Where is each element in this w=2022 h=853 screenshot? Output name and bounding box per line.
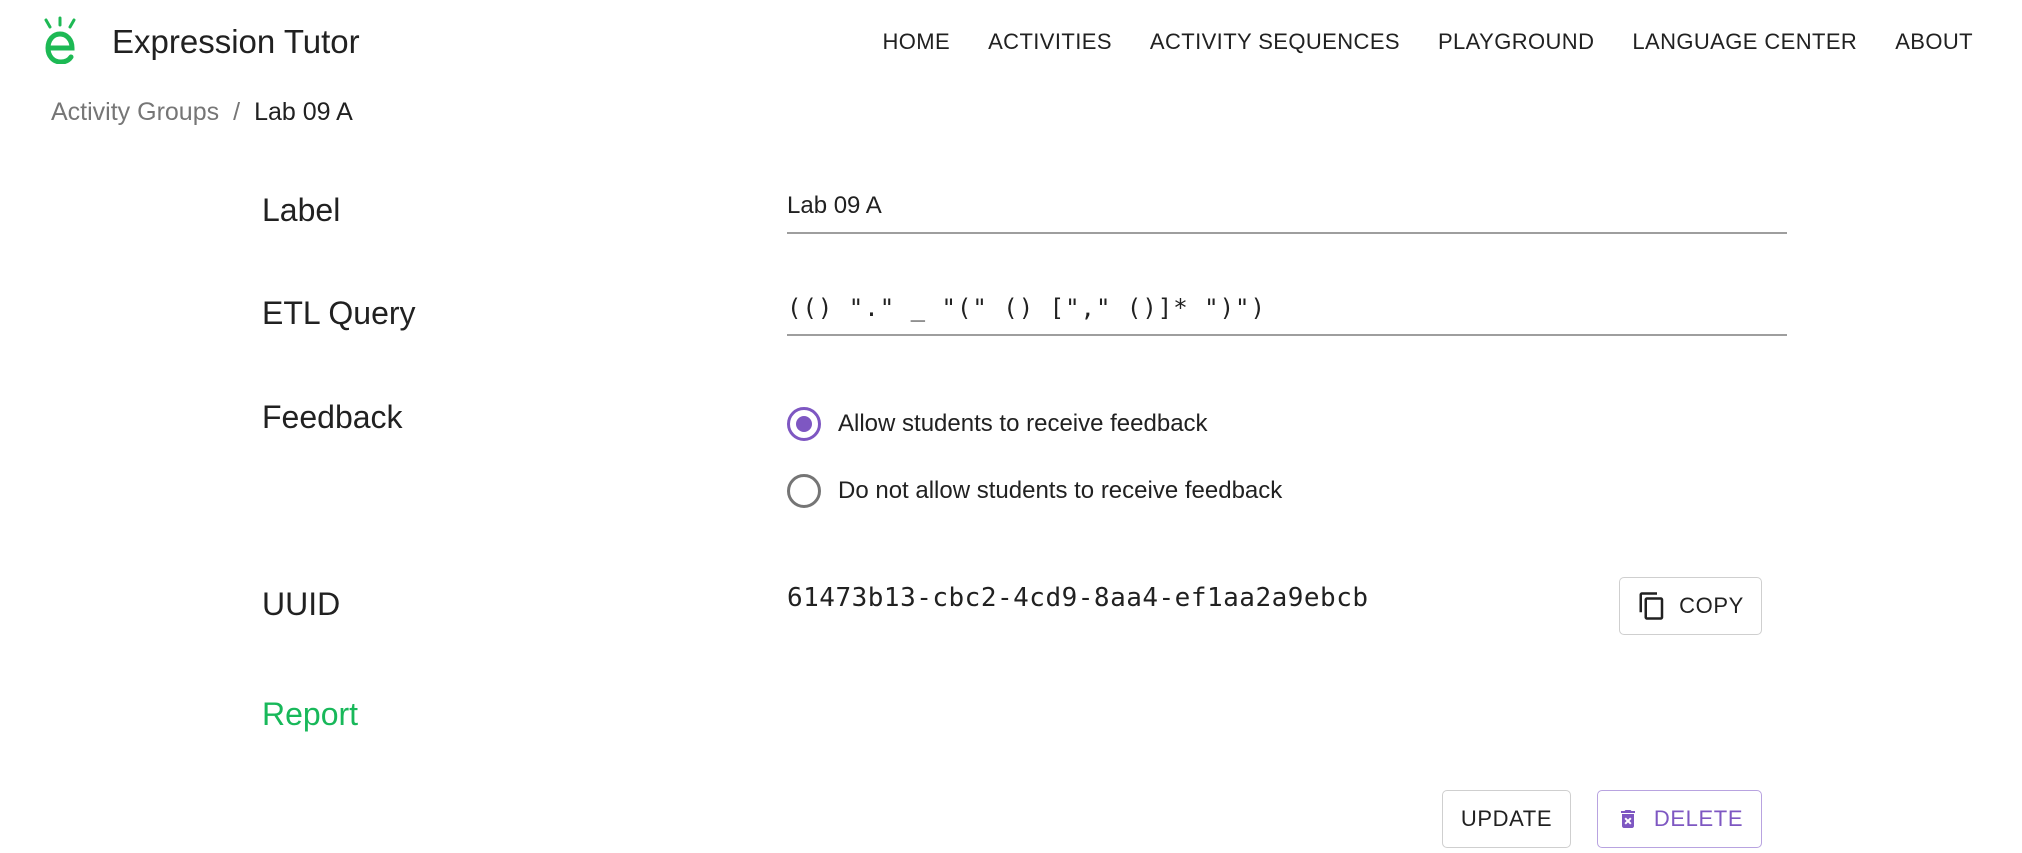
logo-icon[interactable] — [40, 16, 86, 65]
report-link[interactable]: Report — [262, 692, 358, 736]
radio-deny-feedback[interactable] — [787, 474, 821, 508]
top-nav: HOME ACTIVITIES ACTIVITY SEQUENCES PLAYG… — [863, 22, 1992, 62]
etl-query-title: ETL Query — [262, 295, 416, 331]
copy-button[interactable]: COPY — [1619, 577, 1762, 635]
label-field[interactable]: Lab 09 A — [787, 188, 1787, 234]
etl-query-input[interactable]: (() "." _ "(" () ["," ()]* ")") — [787, 290, 1787, 334]
label-field-title: Label — [262, 192, 341, 228]
nav-activity-sequences[interactable]: ACTIVITY SEQUENCES — [1131, 22, 1419, 62]
delete-button[interactable]: DELETE — [1597, 790, 1762, 848]
copy-button-label: COPY — [1679, 593, 1744, 618]
uuid-title: UUID — [262, 586, 341, 622]
delete-button-label: DELETE — [1653, 806, 1744, 831]
feedback-option-deny[interactable]: Do not allow students to receive feedbac… — [787, 474, 1282, 508]
feedback-title: Feedback — [262, 399, 403, 435]
uuid-value: 61473b13-cbc2-4cd9-8aa4-ef1aa2a9ebcb — [787, 583, 1369, 613]
nav-about[interactable]: ABOUT — [1876, 22, 1992, 62]
update-button[interactable]: UPDATE — [1442, 790, 1571, 848]
nav-home[interactable]: HOME — [863, 22, 969, 62]
delete-icon — [1620, 810, 1635, 828]
nav-activities[interactable]: ACTIVITIES — [969, 22, 1131, 62]
label-input[interactable]: Lab 09 A — [787, 188, 1787, 232]
update-button-label: UPDATE — [1460, 806, 1553, 831]
breadcrumb: Activity Groups / Lab 09 A — [51, 94, 353, 130]
radio-allow-feedback[interactable] — [787, 407, 821, 441]
breadcrumb-current: Lab 09 A — [254, 98, 353, 126]
app-header: Expression Tutor HOME ACTIVITIES ACTIVIT… — [0, 0, 2022, 84]
etl-query-field[interactable]: (() "." _ "(" () ["," ()]* ")") — [787, 290, 1787, 336]
nav-language-center[interactable]: LANGUAGE CENTER — [1613, 22, 1876, 62]
nav-playground[interactable]: PLAYGROUND — [1419, 22, 1613, 62]
radio-allow-feedback-label[interactable]: Allow students to receive feedback — [838, 407, 1208, 441]
radio-deny-feedback-label[interactable]: Do not allow students to receive feedbac… — [838, 474, 1282, 508]
copy-icon — [1639, 592, 1664, 620]
breadcrumb-activity-groups[interactable]: Activity Groups — [51, 94, 219, 130]
breadcrumb-separator: / — [233, 98, 241, 126]
feedback-option-allow[interactable]: Allow students to receive feedback — [787, 407, 1208, 441]
app-title[interactable]: Expression Tutor — [112, 18, 360, 66]
